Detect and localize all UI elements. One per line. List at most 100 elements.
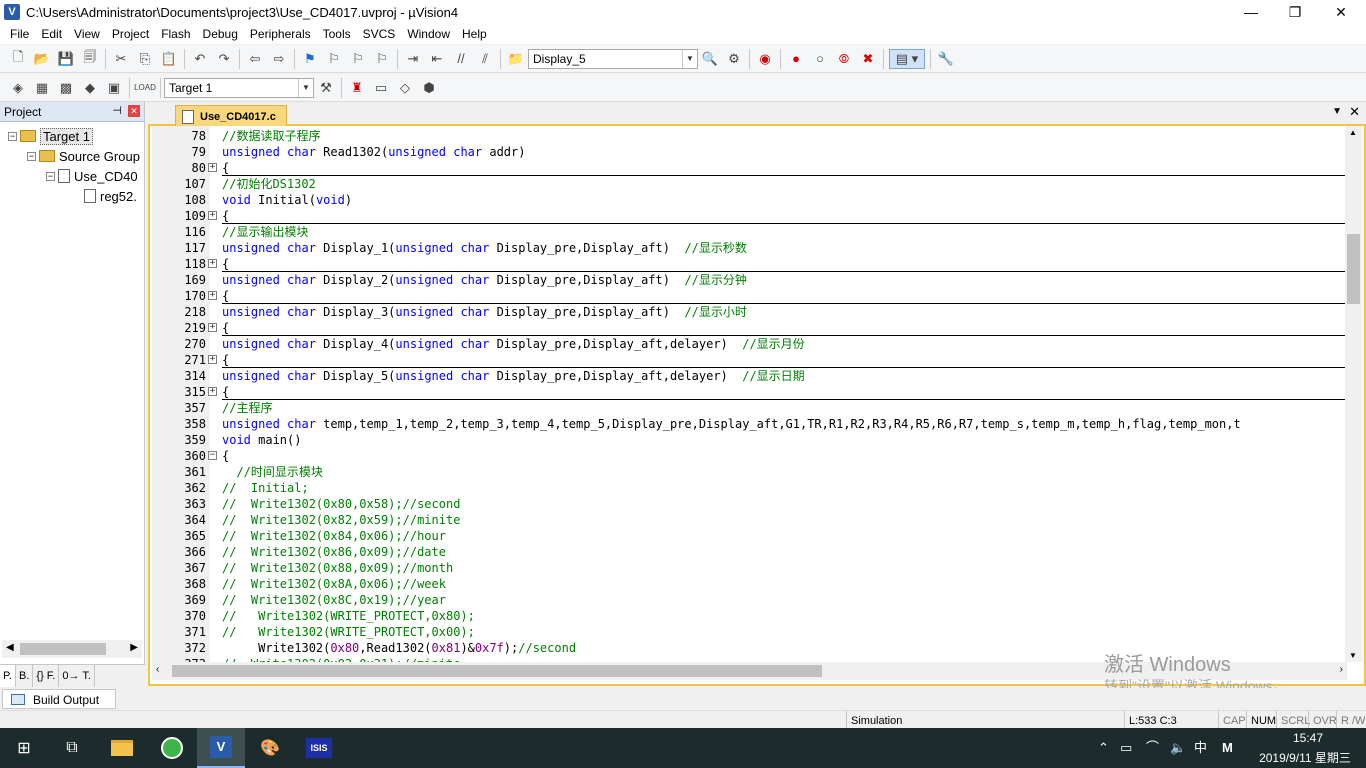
code-line[interactable]: { [222,384,1346,400]
tab-templates[interactable]: 0→ T. [59,665,95,687]
code-line[interactable]: unsigned char Display_3(unsigned char Di… [222,304,747,320]
code-line[interactable]: unsigned char Read1302(unsigned char add… [222,144,525,160]
menu-file[interactable]: File [4,24,35,44]
uvision-taskbar-icon[interactable]: V [197,728,245,768]
scroll-thumb[interactable] [172,665,822,677]
ime-language-indicator[interactable]: 中 [1194,728,1207,768]
code-line[interactable]: { [222,208,1346,224]
power-icon[interactable]: ▭ [1120,728,1132,768]
translate-icon[interactable]: ◈ [8,78,28,98]
code-line[interactable]: // Write1302(0x84,0x06);//hour [222,528,446,544]
tree-item-header-file[interactable]: reg52. [84,186,137,206]
code-text[interactable]: //数据读取子程序 unsigned char Read1302(unsigned… [210,126,1346,662]
target-options-icon[interactable]: ⚒ [316,78,336,98]
collapse-icon[interactable]: − [27,151,36,161]
menu-tools[interactable]: Tools [317,24,357,44]
manage-components-icon[interactable]: ♜ [347,78,367,98]
browser-icon[interactable] [148,728,196,768]
menu-peripherals[interactable]: Peripherals [244,24,317,44]
batch-build-icon[interactable]: ◆ [80,78,100,98]
clear-bookmarks-icon[interactable]: ⚐ [372,49,392,69]
find-icon[interactable]: 🔍 [700,49,720,69]
tree-item-target[interactable]: − Target 1 [8,126,93,146]
code-line[interactable]: void Initial(void) [222,192,352,208]
find-in-files-icon[interactable]: 📁 [506,49,526,69]
code-line[interactable]: { [222,288,1346,304]
tab-project[interactable]: P. [0,665,16,687]
ime-mode-indicator[interactable]: M [1222,728,1233,768]
bookmark-icon[interactable]: ⚑ [300,49,320,69]
disable-all-breakpoints-icon[interactable]: ⦾ [834,49,854,69]
code-line[interactable]: // Write1302(0x86,0x09);//date [222,544,446,560]
scroll-thumb[interactable] [1347,234,1360,304]
menu-edit[interactable]: Edit [35,24,68,44]
menu-help[interactable]: Help [456,24,493,44]
code-line[interactable]: //显示输出模块 [222,224,308,240]
tab-books[interactable]: B. [16,665,34,687]
scroll-up-icon[interactable]: ▲ [1349,128,1357,137]
collapse-icon[interactable]: − [8,131,17,141]
minimize-button[interactable]: — [1228,0,1274,24]
scroll-right-icon[interactable]: ▶ [130,642,138,653]
window-layout-icon[interactable]: ▤ ▾ [889,48,925,69]
file-explorer-icon[interactable] [98,728,146,768]
code-line[interactable]: // Write1302(WRITE_PROTECT,0x80); [222,608,475,624]
chevron-down-icon[interactable]: ▼ [298,78,313,97]
code-line[interactable]: // Write1302(0x82,0x59);//minite [222,512,460,528]
unindent-icon[interactable]: ⇤ [427,49,447,69]
breakpoint-icon[interactable]: ● [786,49,806,69]
manage-items-icon[interactable]: ▭ [371,78,391,98]
menu-project[interactable]: Project [106,24,155,44]
pin-icon[interactable]: ⊣ [112,104,122,117]
tree-item-source-file[interactable]: − Use_CD40 [46,166,138,186]
scroll-left-icon[interactable]: ‹ [156,664,159,675]
code-line[interactable]: Write1302(0x80,Read1302(0x81)&0x7f);//se… [222,640,576,656]
show-hidden-icons-chevron-icon[interactable]: ⌃ [1098,728,1109,768]
open-file-icon[interactable]: 📂 [32,49,52,69]
disable-breakpoint-icon[interactable]: ○ [810,49,830,69]
copy-icon[interactable]: ⎘ [135,49,155,69]
menu-debug[interactable]: Debug [197,24,244,44]
clock-time[interactable]: 15:47 [1268,731,1348,745]
new-file-icon[interactable]: 🗋 [8,49,28,69]
scroll-thumb[interactable] [20,643,106,655]
collapse-icon[interactable]: − [46,171,55,181]
vertical-scrollbar[interactable]: ▲ ▼ [1345,126,1362,662]
kill-breakpoints-icon[interactable]: ✖ [858,49,878,69]
code-line[interactable]: { [222,320,1346,336]
code-line[interactable]: unsigned char Display_1(unsigned char Di… [222,240,747,256]
code-line[interactable]: unsigned char Display_5(unsigned char Di… [222,368,805,384]
network-icon[interactable]: ⌒ [1146,728,1159,768]
scroll-right-icon[interactable]: › [1340,664,1343,675]
project-hscrollbar[interactable]: ◀ ▶ [2,640,142,658]
download-icon[interactable]: LOAD [134,78,156,98]
build-output-tab[interactable]: Build Output [2,689,117,709]
stop-build-icon[interactable]: ▣ [104,78,124,98]
code-line[interactable]: //数据读取子程序 [222,128,320,144]
editor-file-tab[interactable]: Use_CD4017.c [175,105,287,127]
target-select[interactable]: Target 1 ▼ [164,77,314,98]
menu-view[interactable]: View [68,24,106,44]
code-line[interactable]: unsigned char Display_2(unsigned char Di… [222,272,747,288]
rebuild-icon[interactable]: ▩ [56,78,76,98]
scroll-down-icon[interactable]: ▼ [1349,651,1357,660]
indent-icon[interactable]: ⇥ [403,49,423,69]
code-line[interactable]: //主程序 [222,400,272,416]
close-panel-icon[interactable]: ✕ [128,105,140,117]
cut-icon[interactable]: ✂ [111,49,131,69]
scroll-left-icon[interactable]: ◀ [6,642,14,653]
code-line[interactable]: unsigned char Display_4(unsigned char Di… [222,336,805,352]
paste-icon[interactable]: 📋 [159,49,179,69]
tree-item-source-group[interactable]: − Source Group [27,146,140,166]
find-combo[interactable]: Display_5 ▼ [528,48,698,69]
select-packs-icon[interactable]: ◇ [395,78,415,98]
code-line[interactable]: // Write1302(0x88,0x09);//month [222,560,453,576]
navigate-forward-icon[interactable]: ⇨ [269,49,289,69]
code-editor[interactable]: 78 79 80 +107 108 109 +116 117 118 +169 170 +218 219… [148,126,1366,686]
code-line[interactable]: // Write1302(WRITE_PROTECT,0x00); [222,624,475,640]
task-view-icon[interactable]: ⧉ [48,728,96,768]
code-line[interactable]: { [222,160,1346,176]
paint-icon[interactable]: 🎨 [246,728,294,768]
menu-flash[interactable]: Flash [155,24,196,44]
code-line[interactable]: unsigned char temp,temp_1,temp_2,temp_3,… [222,416,1241,432]
